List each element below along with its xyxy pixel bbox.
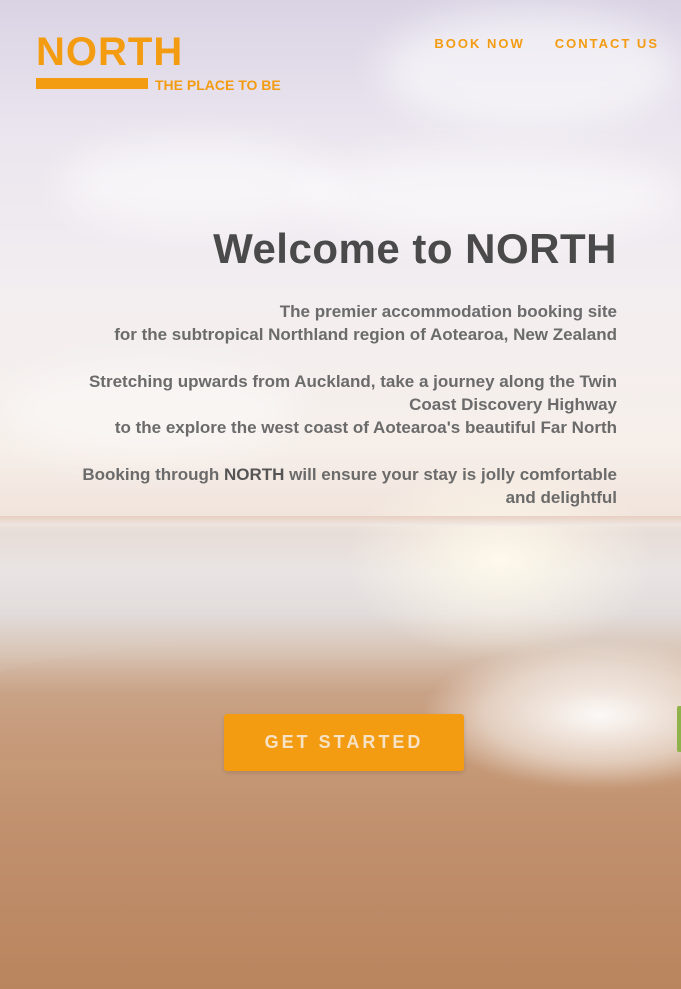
- journey-line-3: to the explore the west coast of Aotearo…: [114, 418, 617, 437]
- booking-suffix-line-1: will ensure your stay is jolly comfortab…: [284, 465, 617, 484]
- intro-paragraph: The premier accommodation booking site f…: [17, 300, 617, 346]
- hero-content: Welcome to NORTH The premier accommodati…: [17, 224, 617, 533]
- booking-prefix: Booking through: [82, 465, 224, 484]
- get-started-button[interactable]: GET STARTED: [224, 714, 464, 771]
- edge-widget-tab[interactable]: [677, 706, 681, 752]
- journey-paragraph: Stretching upwards from Auckland, take a…: [17, 370, 617, 439]
- journey-line-1: Stretching upwards from Auckland, take a…: [88, 372, 617, 391]
- intro-line-1: The premier accommodation booking site: [279, 302, 617, 321]
- booking-suffix-line-2: and delightful: [505, 488, 617, 507]
- logo-tagline: THE PLACE TO BE: [155, 77, 281, 93]
- logo-underline-bar: [36, 78, 148, 89]
- logo-title: NORTH: [36, 30, 184, 74]
- nav-contact-us-link[interactable]: CONTACT US: [555, 36, 659, 51]
- nav-book-now-link[interactable]: BOOK NOW: [434, 36, 524, 51]
- booking-brand: NORTH: [224, 465, 285, 484]
- page-title: Welcome to NORTH: [213, 225, 617, 272]
- intro-line-2: for the subtropical Northland region of …: [114, 325, 617, 344]
- top-nav: BOOK NOW CONTACT US: [434, 36, 659, 51]
- journey-line-2: Coast Discovery Highway: [409, 395, 617, 414]
- booking-paragraph: Booking through NORTH will ensure your s…: [17, 463, 617, 509]
